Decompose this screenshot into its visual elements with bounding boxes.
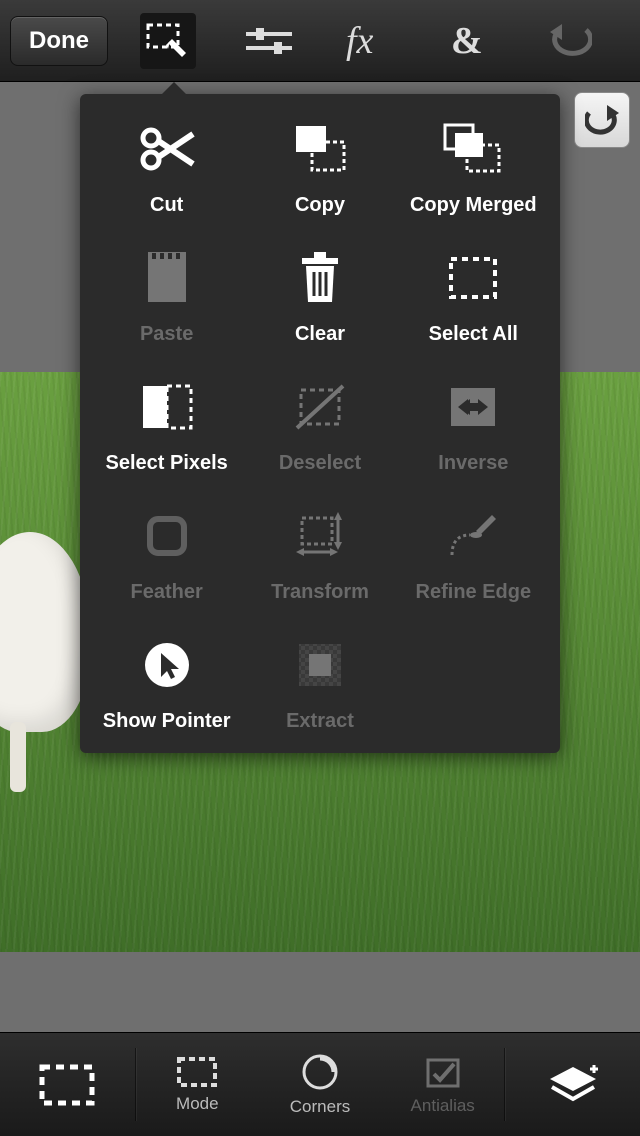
done-button[interactable]: Done: [10, 16, 108, 66]
popup-item-select-all[interactable]: Select All: [397, 251, 550, 346]
clipboard-icon: [137, 251, 197, 305]
selection-edit-tab[interactable]: [140, 13, 196, 69]
popup-label: Clear: [295, 323, 345, 346]
antialias-label: Antialias: [411, 1096, 475, 1116]
scissors-icon: [137, 122, 197, 176]
popup-label: Select Pixels: [106, 452, 228, 475]
select-pixels-icon: [137, 380, 197, 434]
popup-item-cut[interactable]: Cut: [90, 122, 243, 217]
copy-merged-icon: [443, 122, 503, 176]
inverse-icon: [443, 380, 503, 434]
popup-label: Transform: [271, 581, 369, 604]
popup-arrow: [160, 82, 188, 96]
extract-icon: [290, 638, 350, 692]
popup-item-feather: Feather: [90, 509, 243, 604]
fx-icon: fx: [346, 21, 392, 61]
antialias-button[interactable]: Antialias: [381, 1033, 504, 1136]
select-all-icon: [443, 251, 503, 305]
popup-item-select-pixels[interactable]: Select Pixels: [90, 380, 243, 475]
corners-button[interactable]: Corners: [259, 1033, 382, 1136]
popup-label: Show Pointer: [103, 710, 231, 733]
sliders-icon: [246, 26, 292, 56]
pointer-icon: [137, 638, 197, 692]
top-toolbar: Done fx &: [0, 0, 640, 82]
selection-actions-popup: Cut Copy Copy Merged: [80, 94, 560, 753]
popup-item-copy-merged[interactable]: Copy Merged: [397, 122, 550, 217]
ampersand-icon: &: [449, 21, 489, 61]
transform-icon: [290, 509, 350, 563]
popup-label: Copy Merged: [410, 194, 537, 217]
popup-item-clear[interactable]: Clear: [243, 251, 396, 346]
popup-item-copy[interactable]: Copy: [243, 122, 396, 217]
popup-label: Paste: [140, 323, 193, 346]
popup-label: Cut: [150, 194, 183, 217]
corners-label: Corners: [290, 1097, 350, 1117]
undo-icon: [548, 24, 592, 58]
undo-button[interactable]: [542, 13, 598, 69]
popup-item-transform: Transform: [243, 509, 396, 604]
popup-item-extract: Extract: [243, 638, 396, 733]
popup-label: Extract: [286, 710, 354, 733]
popup-item-show-pointer[interactable]: Show Pointer: [90, 638, 243, 733]
marquee-icon: [38, 1063, 96, 1107]
top-toolbar-icons: fx &: [108, 13, 630, 69]
ampersand-tab[interactable]: &: [441, 13, 497, 69]
redo-icon: [585, 105, 619, 135]
feather-icon: [137, 509, 197, 563]
svg-text:fx: fx: [346, 21, 374, 61]
mode-label: Mode: [176, 1094, 219, 1114]
trash-icon: [290, 251, 350, 305]
popup-label: Select All: [429, 323, 518, 346]
popup-label: Inverse: [438, 452, 508, 475]
svg-text:&: &: [451, 21, 483, 61]
corners-icon: [301, 1053, 339, 1091]
popup-item-inverse: Inverse: [397, 380, 550, 475]
marquee-tool-button[interactable]: [0, 1033, 135, 1136]
marquee-pencil-icon: [146, 23, 190, 59]
popup-label: Feather: [131, 581, 203, 604]
bottom-toolbar: Mode Corners Antialias: [0, 1032, 640, 1136]
layers-icon: [546, 1063, 600, 1107]
popup-item-refine-edge: Refine Edge: [397, 509, 550, 604]
redo-button[interactable]: [574, 92, 630, 148]
antialias-icon: [424, 1054, 462, 1090]
popup-item-paste: Paste: [90, 251, 243, 346]
popup-label: Refine Edge: [416, 581, 532, 604]
popup-label: Copy: [295, 194, 345, 217]
refine-edge-icon: [443, 509, 503, 563]
copy-icon: [290, 122, 350, 176]
deselect-icon: [290, 380, 350, 434]
popup-label: Deselect: [279, 452, 361, 475]
marquee-small-icon: [176, 1056, 218, 1088]
popup-item-deselect: Deselect: [243, 380, 396, 475]
mode-button[interactable]: Mode: [136, 1033, 259, 1136]
layers-button[interactable]: [505, 1033, 640, 1136]
fx-tab[interactable]: fx: [341, 13, 397, 69]
adjustments-tab[interactable]: [241, 13, 297, 69]
